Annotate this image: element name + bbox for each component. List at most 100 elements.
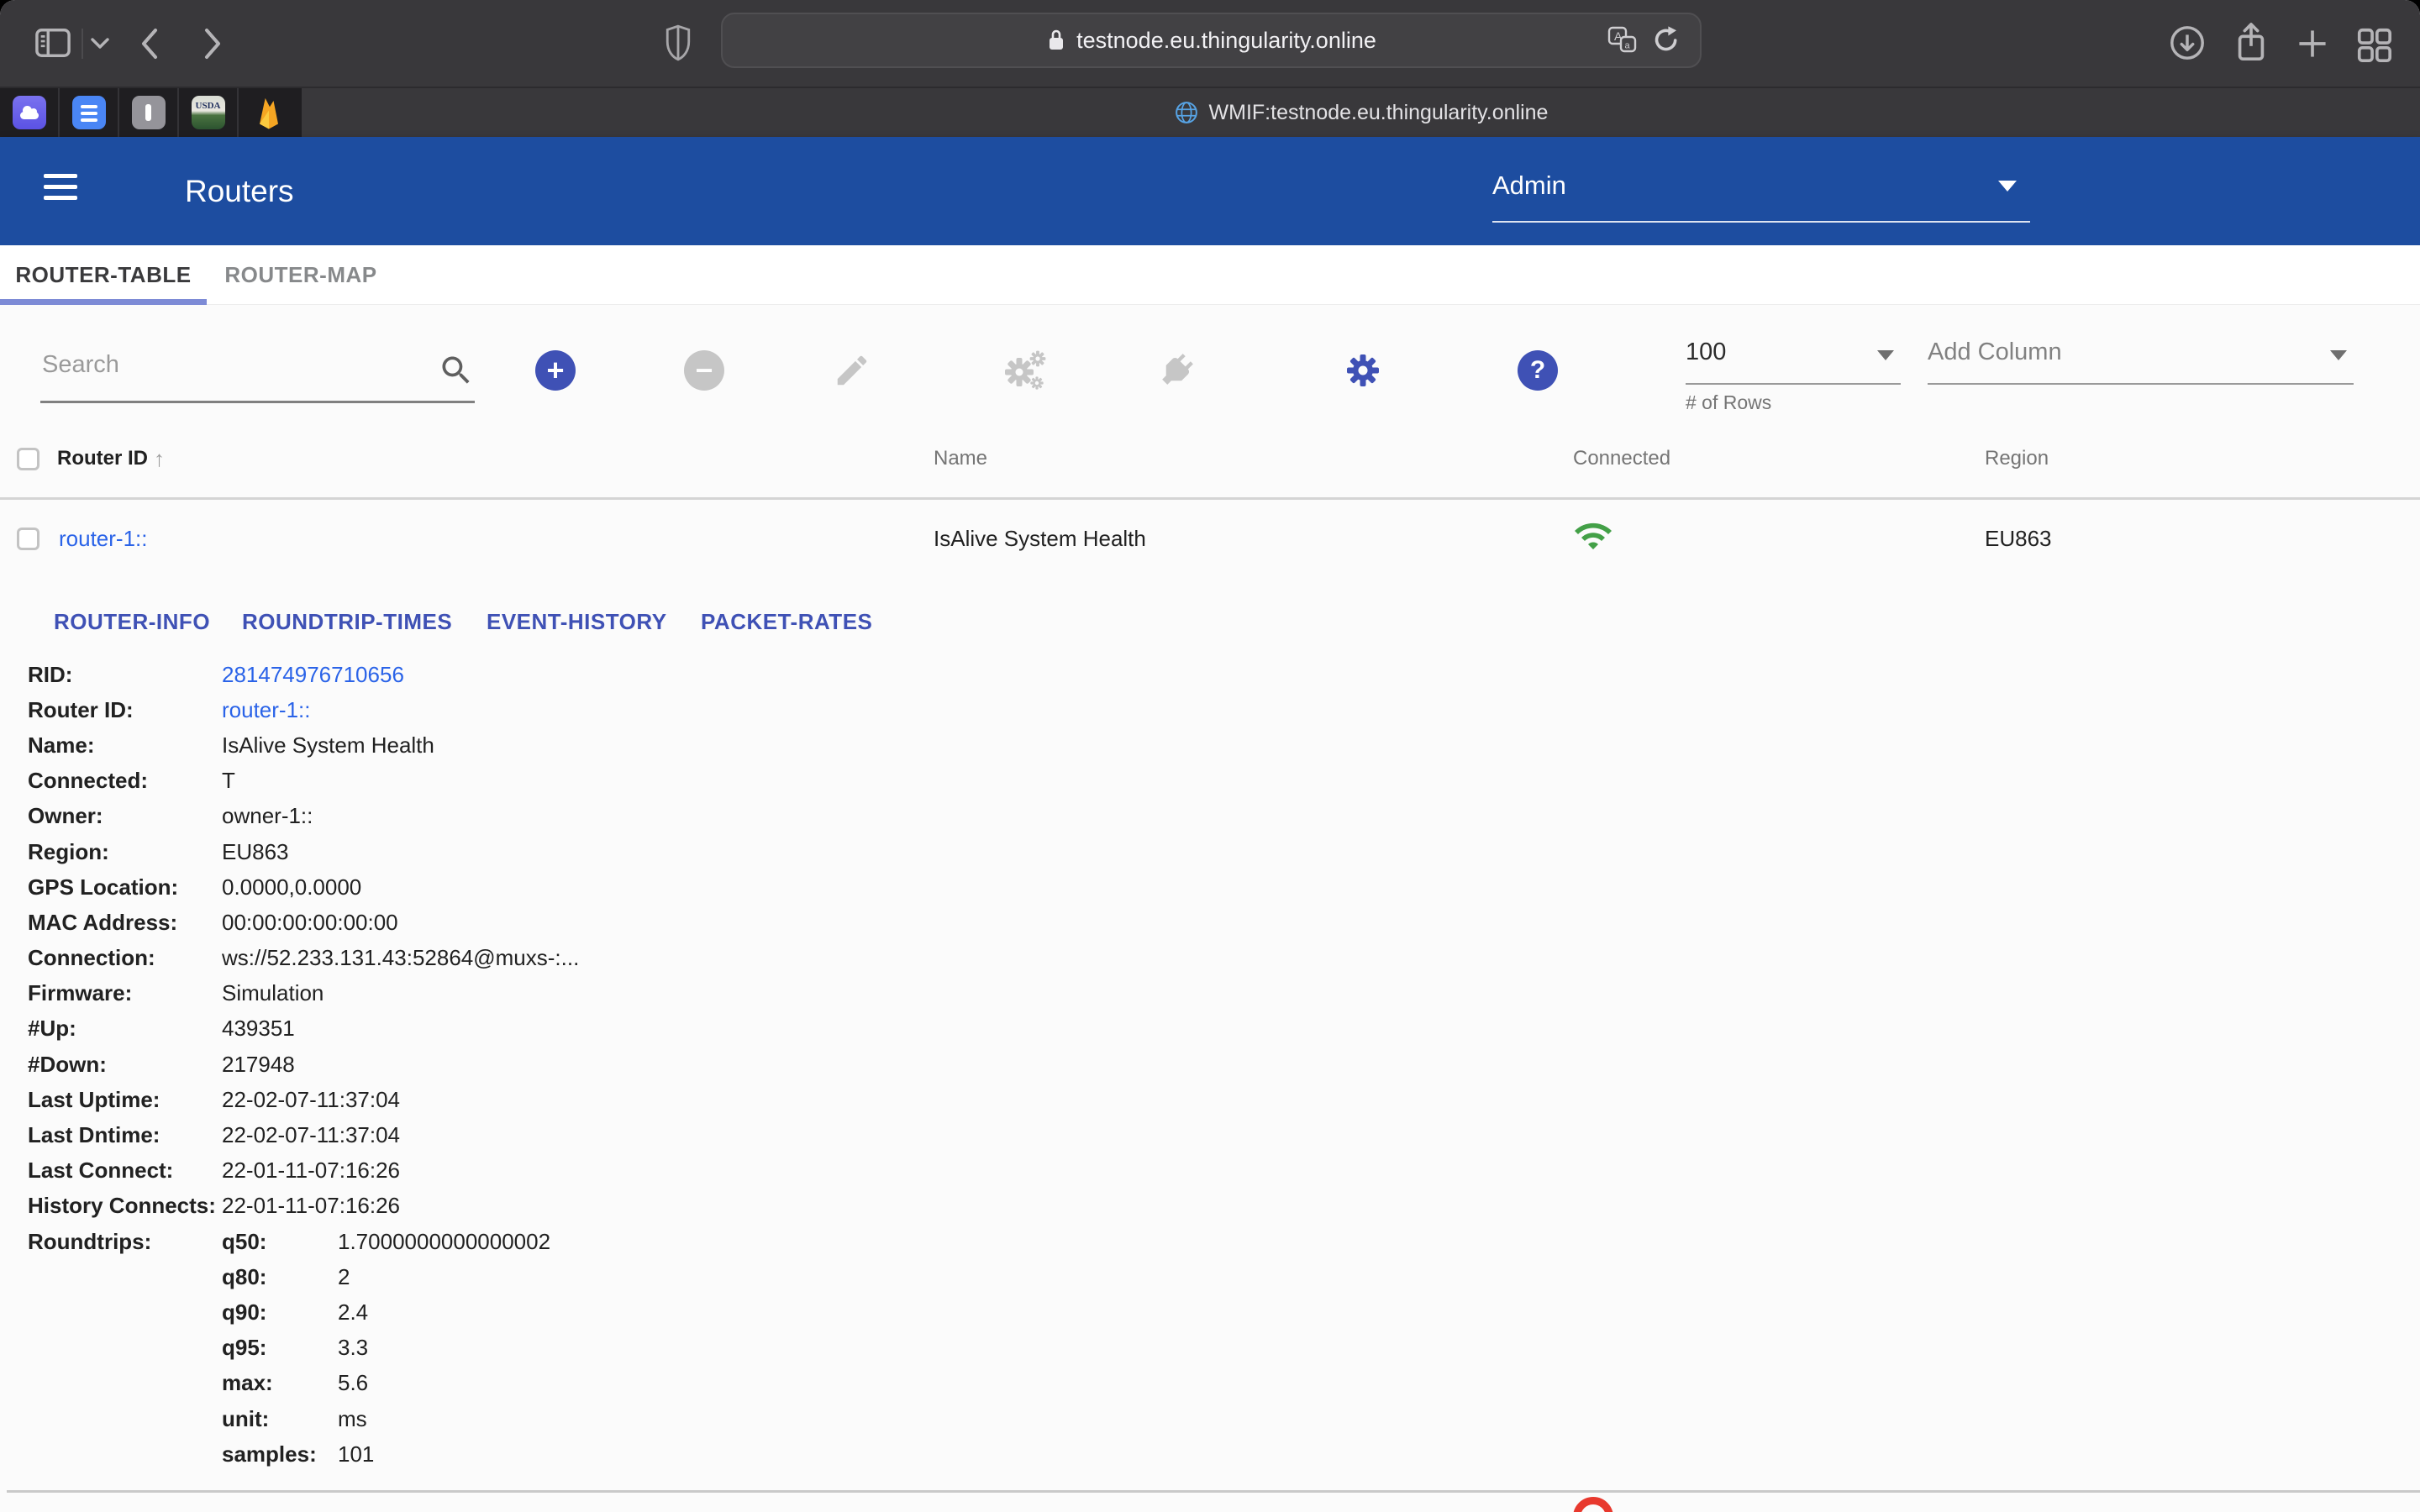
active-tab[interactable]: WMIF:testnode.eu.thingularity.online	[302, 88, 2420, 137]
router-name-cell: IsAlive System Health	[934, 526, 1146, 552]
column-header-router-id[interactable]: Router ID	[57, 447, 148, 470]
row-checkbox[interactable]	[17, 528, 39, 550]
tab-router-info[interactable]: ROUTER-INFO	[54, 609, 210, 635]
help-button[interactable]: ?	[1518, 350, 1558, 391]
tab-packet-rates[interactable]: PACKET-RATES	[701, 609, 872, 635]
detail-row: Connected:T	[28, 764, 2044, 799]
pinned-tab-firebase[interactable]	[239, 88, 298, 137]
svg-text:a: a	[1625, 41, 1631, 51]
region-cell: EU863	[1985, 526, 2052, 552]
rid-link[interactable]: 281474976710656	[222, 662, 404, 688]
chevron-down-icon	[1998, 181, 2017, 192]
remove-button[interactable]: −	[684, 350, 724, 391]
row-divider	[7, 1490, 2420, 1493]
app-header: Routers Admin ?	[0, 137, 2420, 245]
tab-bar: USDA WMIF:testnode.eu.thingularity.onlin…	[0, 87, 2420, 137]
page-title: Routers	[185, 174, 294, 209]
chevron-down-icon[interactable]	[89, 35, 111, 50]
roundtrip-row: max:5.6	[28, 1366, 2044, 1401]
media-app-icon	[132, 96, 166, 129]
add-column-select[interactable]: Add Column	[1928, 332, 2354, 385]
add-button[interactable]: +	[535, 350, 576, 391]
roundtrip-row: Roundtrips:q50:1.7000000000000002	[28, 1224, 2044, 1259]
browser-toolbar: testnode.eu.thingularity.online A a	[0, 0, 2420, 87]
active-tab-indicator	[0, 299, 207, 305]
column-header-connected[interactable]: Connected	[1573, 447, 1670, 470]
roundtrip-row: unit:ms	[28, 1401, 2044, 1436]
roundtrip-row: samples:101	[28, 1436, 2044, 1472]
menu-icon[interactable]	[44, 174, 77, 204]
cloud-app-icon	[13, 96, 46, 129]
select-all-checkbox[interactable]	[17, 448, 39, 470]
detail-row: Firmware:Simulation	[28, 976, 2044, 1011]
new-tab-icon[interactable]	[2294, 25, 2331, 62]
detail-row: Connection:ws://52.233.131.43:52864@muxs…	[28, 941, 2044, 976]
detail-row: Router ID:router-1::	[28, 692, 2044, 727]
sort-asc-icon[interactable]: ↑	[154, 446, 165, 472]
tab-title: WMIF:testnode.eu.thingularity.online	[1209, 101, 1549, 125]
url-text: testnode.eu.thingularity.online	[1076, 28, 1376, 54]
main-tabs: ROUTER-TABLE ROUTER-MAP	[0, 245, 2420, 305]
translate-icon[interactable]: A a	[1607, 26, 1638, 55]
connected-wifi-icon	[1573, 516, 1613, 556]
rows-hint: # of Rows	[1686, 391, 1771, 414]
detail-row: GPS Location:0.0000,0.0000	[28, 869, 2044, 905]
table-header-divider	[0, 497, 2420, 500]
pinned-tab-media[interactable]	[119, 88, 179, 137]
lock-icon	[1046, 28, 1066, 53]
detail-row: Last Connect:22-01-11-07:16:26	[28, 1153, 2044, 1189]
back-icon[interactable]	[137, 25, 162, 62]
router-details: RID:281474976710656 Router ID:router-1::…	[28, 657, 2044, 1472]
search-field	[40, 340, 475, 403]
column-header-name[interactable]: Name	[934, 447, 987, 470]
detail-row: History Connects:22-01-11-07:16:26	[28, 1189, 2044, 1224]
router-id-link[interactable]: router-1::	[59, 526, 148, 552]
detail-row: Last Uptime:22-02-07-11:37:04	[28, 1082, 2044, 1117]
reload-icon[interactable]	[1653, 25, 1681, 55]
pinned-tab-usda[interactable]: USDA	[179, 88, 239, 137]
firebase-flame-icon	[252, 94, 286, 131]
detail-row: Owner:owner-1::	[28, 799, 2044, 834]
forward-icon[interactable]	[200, 25, 225, 62]
edit-pencil-icon[interactable]	[833, 351, 871, 390]
sidebar-toggle-icon[interactable]	[34, 25, 72, 60]
chevron-down-icon	[2330, 350, 2347, 360]
detail-row: Last Dntime:22-02-07-11:37:04	[28, 1117, 2044, 1152]
connect-plug-icon[interactable]	[1155, 349, 1198, 392]
router-id-link[interactable]: router-1::	[222, 697, 311, 723]
user-select-value: Admin	[1492, 171, 1566, 201]
tab-event-history[interactable]: EVENT-HISTORY	[487, 609, 667, 635]
tab-router-table[interactable]: ROUTER-TABLE	[0, 245, 207, 305]
user-select[interactable]: Admin	[1492, 149, 2030, 223]
pinned-tabs: USDA	[0, 88, 302, 137]
detail-row: #Up:439351	[28, 1011, 2044, 1047]
chevron-down-icon	[1877, 350, 1894, 360]
site-globe-icon	[1174, 100, 1199, 125]
column-header-region[interactable]: Region	[1985, 447, 2049, 470]
settings-gear-icon[interactable]	[1343, 350, 1383, 391]
downloads-icon[interactable]	[2168, 24, 2207, 62]
address-bar[interactable]: testnode.eu.thingularity.online A a	[721, 13, 1702, 68]
detail-row: Name:IsAlive System Health	[28, 727, 2044, 763]
detail-row: Region:EU863	[28, 834, 2044, 869]
pinned-tab-cloud[interactable]	[0, 88, 60, 137]
toolbar-separator	[82, 29, 83, 59]
tab-roundtrip-times[interactable]: ROUNDTRIP-TIMES	[242, 609, 452, 635]
search-icon	[438, 352, 475, 389]
tab-router-map[interactable]: ROUTER-MAP	[207, 245, 395, 305]
pinned-tab-docs[interactable]	[60, 88, 119, 137]
roundtrip-row: q90:2.4	[28, 1294, 2044, 1330]
usda-site-icon: USDA	[192, 96, 225, 129]
tab-overview-icon[interactable]	[2354, 25, 2393, 64]
detail-row: RID:281474976710656	[28, 657, 2044, 692]
detail-row: #Down:217948	[28, 1047, 2044, 1082]
docs-app-icon	[72, 96, 106, 129]
detail-row: MAC Address:00:00:00:00:00:00	[28, 905, 2044, 940]
privacy-shield-icon[interactable]	[664, 24, 692, 62]
safari-window: testnode.eu.thingularity.online A a	[0, 0, 2420, 1512]
rows-per-page-select[interactable]: 100	[1686, 332, 1901, 385]
settings-gears-icon[interactable]	[1002, 346, 1050, 395]
search-input[interactable]	[40, 350, 430, 380]
roundtrip-row: q80:2	[28, 1259, 2044, 1294]
share-icon[interactable]	[2232, 20, 2270, 66]
